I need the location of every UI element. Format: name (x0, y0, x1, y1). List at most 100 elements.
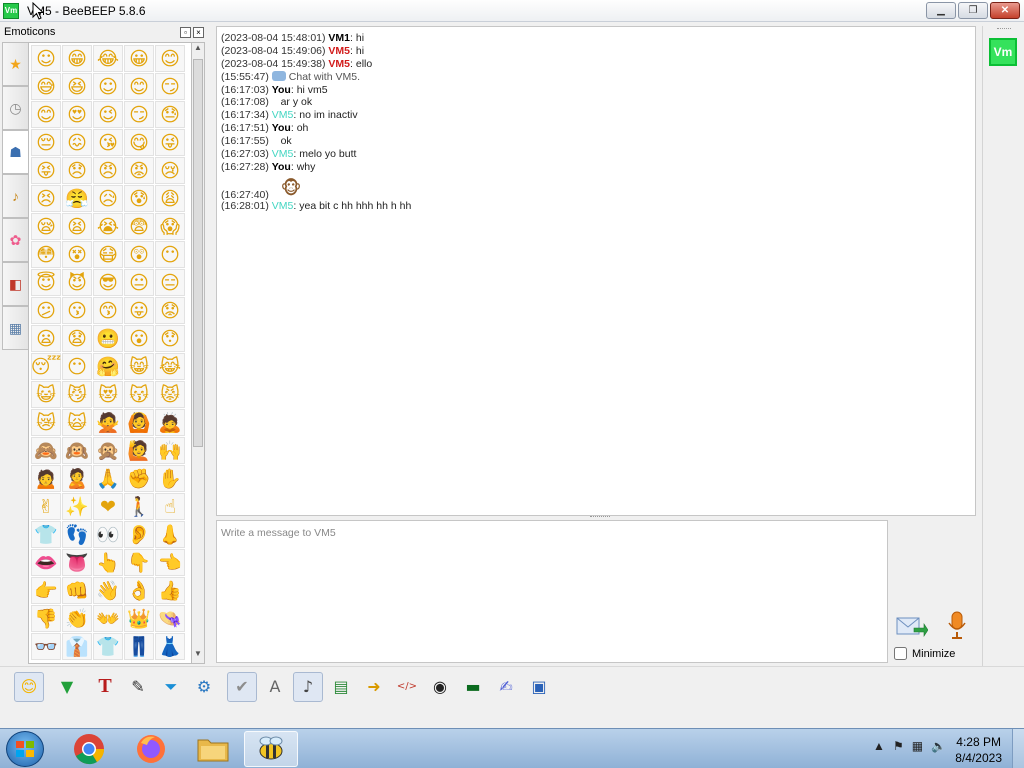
emoticon-button[interactable]: 😓 (155, 101, 185, 128)
emoticon-button[interactable]: 😖 (62, 129, 92, 156)
emoticon-button[interactable]: 😤 (62, 185, 92, 212)
emoticon-button[interactable]: 😲 (124, 241, 154, 268)
emoticon-button[interactable]: 😊 (124, 73, 154, 100)
emoticon-button[interactable]: 👇 (124, 549, 154, 576)
text-size-button[interactable]: A (260, 672, 290, 702)
scroll-up-icon[interactable]: ▲ (192, 43, 204, 57)
tray-expand-icon[interactable]: ▲ (873, 739, 885, 753)
emoticon-button[interactable]: 😊 (31, 101, 61, 128)
spellcheck-button[interactable]: ✔ (227, 671, 257, 702)
emoticon-button[interactable]: 😧 (62, 325, 92, 352)
emoticon-button[interactable]: 👅 (62, 549, 92, 576)
edit-button[interactable]: ✍ (491, 672, 521, 702)
show-desktop-button[interactable] (1012, 729, 1024, 768)
emoticon-button[interactable]: 😺 (31, 381, 61, 408)
emoticon-button[interactable]: 👎 (31, 605, 61, 632)
emoticon-button[interactable]: 👏 (62, 605, 92, 632)
taskbar-explorer[interactable] (186, 731, 240, 767)
scroll-thumb[interactable] (193, 59, 203, 447)
emoticon-tab-star[interactable]: ★ (2, 42, 28, 86)
emoticon-button[interactable]: ❤ (93, 493, 123, 520)
emoticon-button[interactable]: 😁 (62, 45, 92, 72)
close-panel-icon[interactable]: × (193, 26, 204, 38)
emoticon-button[interactable]: 😈 (62, 269, 92, 296)
emoticon-button[interactable]: 😟 (155, 297, 185, 324)
font-color-button[interactable]: ✎ (123, 672, 153, 702)
emoticon-button[interactable]: ☺ (31, 45, 61, 72)
emoticon-button[interactable]: 😫 (62, 213, 92, 240)
emoticon-button[interactable]: ✊ (124, 465, 154, 492)
tray-volume-icon[interactable]: 🔈 (931, 739, 946, 753)
emoticon-button[interactable]: 😶 (155, 241, 185, 268)
emoticon-button[interactable]: ✋ (155, 465, 185, 492)
emoticon-button[interactable]: 😗 (62, 297, 92, 324)
emoticon-button[interactable]: 👕 (93, 633, 123, 660)
emoticon-button[interactable]: 👊 (62, 577, 92, 604)
emoticon-button[interactable]: 😷 (93, 241, 123, 268)
emoticon-button[interactable]: 😭 (93, 213, 123, 240)
emoticon-tab-car[interactable]: ◧ (2, 262, 28, 306)
emoticon-button[interactable]: 😜 (155, 129, 185, 156)
emoticon-button[interactable]: 😨 (124, 213, 154, 240)
emoticon-button[interactable]: 😦 (31, 325, 61, 352)
send-file-button[interactable]: ▼ (52, 672, 82, 702)
emoticon-button[interactable]: 😾 (155, 381, 185, 408)
emoticon-button[interactable]: 🙌 (155, 437, 185, 464)
emoticon-button[interactable]: 👓 (31, 633, 61, 660)
emoticon-button[interactable]: 😀 (124, 45, 154, 72)
emoticon-button[interactable]: 😶 (62, 353, 92, 380)
minimize-checkbox[interactable] (894, 647, 907, 660)
emoticon-button[interactable]: 😽 (124, 381, 154, 408)
emoticon-button[interactable]: 😣 (31, 185, 61, 212)
minimize-option[interactable]: Minimize (894, 647, 955, 660)
emoticon-button[interactable]: 👒 (155, 605, 185, 632)
emoticon-button[interactable]: 🙅 (93, 409, 123, 436)
emoticon-button[interactable]: 👣 (62, 521, 92, 548)
music-button[interactable]: ♪ (293, 671, 323, 702)
emoticons-scrollbar[interactable]: ▲ ▼ (191, 42, 205, 664)
emoticon-button[interactable]: 🙇 (155, 409, 185, 436)
chat-splitter[interactable] (590, 516, 610, 519)
emoticon-button[interactable]: 😆 (62, 73, 92, 100)
emoticon-button[interactable]: 😛 (124, 297, 154, 324)
emoticon-button[interactable]: 👕 (31, 521, 61, 548)
close-window-button[interactable]: ✕ (990, 2, 1020, 19)
emoticon-button[interactable]: 😑 (155, 269, 185, 296)
emoticon-button[interactable]: 😔 (31, 129, 61, 156)
emoticon-tab-bell[interactable]: ♪ (2, 174, 28, 218)
emoticon-button[interactable]: 😯 (155, 325, 185, 352)
message-composer[interactable] (216, 520, 888, 663)
taskbar-clock[interactable]: 4:28 PM 8/4/2023 (955, 734, 1002, 766)
emoticon-button[interactable]: 😳 (31, 241, 61, 268)
send-message-button[interactable] (895, 612, 929, 640)
save-chat-button[interactable]: ▤ (326, 672, 356, 702)
emoticon-button[interactable]: 👍 (155, 577, 185, 604)
emoticon-tab-symbols[interactable]: ▦ (2, 306, 28, 350)
taskbar-chrome[interactable] (62, 731, 116, 767)
emoticon-button[interactable]: 👔 (62, 633, 92, 660)
emoticon-button[interactable]: 👃 (155, 521, 185, 548)
emoticon-button[interactable]: 😸 (124, 353, 154, 380)
emoticon-button[interactable]: 😩 (155, 185, 185, 212)
emoticon-button[interactable]: 😬 (93, 325, 123, 352)
webcam-button[interactable]: ◉ (425, 672, 455, 702)
emoticon-button[interactable]: 🙀 (62, 409, 92, 436)
start-button[interactable] (6, 731, 44, 767)
emoticons-toggle-button[interactable]: 😊 (14, 671, 44, 702)
emoticon-button[interactable]: 👌 (124, 577, 154, 604)
emoticon-button[interactable]: 👂 (124, 521, 154, 548)
emoticon-button[interactable]: 😰 (124, 185, 154, 212)
emoticon-button[interactable]: 🙆 (124, 409, 154, 436)
screenshot-button[interactable]: ▬ (458, 672, 488, 702)
emoticon-button[interactable]: ☝ (155, 493, 185, 520)
tray-flag-icon[interactable]: ⚑ (893, 739, 904, 753)
message-input[interactable] (221, 527, 883, 656)
emoticon-button[interactable]: 🙍 (31, 465, 61, 492)
emoticon-button[interactable]: 😇 (31, 269, 61, 296)
emoticon-tab-people[interactable]: ☗ (2, 130, 28, 174)
user-avatar-vm[interactable]: Vm (989, 38, 1017, 66)
save-button[interactable]: ▣ (524, 672, 554, 702)
open-folder-button[interactable]: ➜ (359, 672, 389, 702)
voice-message-button[interactable] (944, 610, 970, 640)
emoticon-button[interactable]: ✌ (31, 493, 61, 520)
